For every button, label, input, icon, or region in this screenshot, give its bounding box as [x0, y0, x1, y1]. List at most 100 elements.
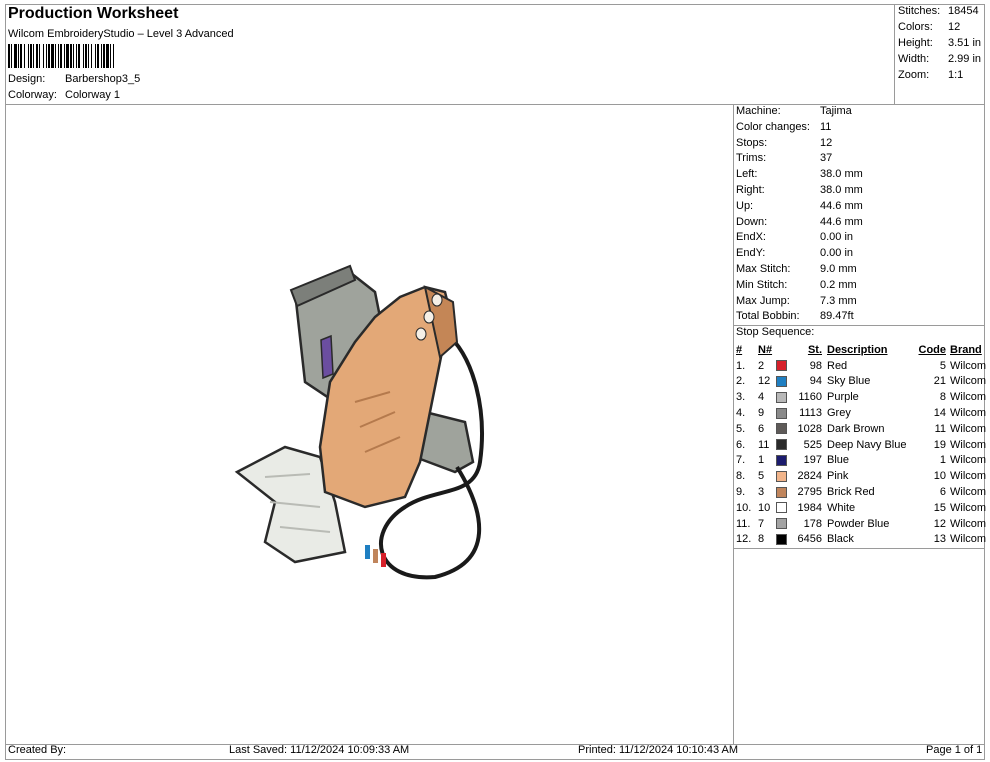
machine-info: Machine: Tajima Color changes: 11 Stops: 12 Tr…: [736, 105, 863, 326]
machine-info-label: Up:: [736, 199, 754, 212]
color-swatch-cell: [776, 453, 790, 469]
stitch-count: 2795: [797, 486, 822, 499]
col-brand-header: Brand: [950, 343, 982, 356]
color-description: Purple: [827, 391, 859, 404]
row-number: 3.: [736, 391, 746, 404]
design-label: Design:: [8, 73, 46, 85]
stat-width: Width: 2.99 in: [898, 53, 982, 65]
table-row: 9. 3 2795 Brick Red 6 Wilcom: [734, 484, 990, 500]
row-number: 4.: [736, 407, 746, 420]
machine-info-row: EndX: 0.00 in: [736, 231, 863, 247]
stitch-count: 6456: [797, 533, 822, 546]
color-code: 21: [933, 375, 946, 388]
col-stitches-header: St.: [807, 343, 822, 356]
row-number: 7.: [736, 454, 746, 467]
thread-brand: Wilcom: [950, 517, 987, 530]
footer-last-saved: Last Saved: 11/12/2024 10:09:33 AM: [229, 744, 410, 756]
table-row: 12. 8 6456 Black 13 Wilcom: [734, 532, 990, 548]
needle-number: 1: [758, 454, 765, 467]
color-swatch-cell: [776, 532, 790, 548]
row-number: 6.: [736, 438, 746, 451]
machine-info-value: 12: [820, 136, 833, 149]
machine-info-value: Tajima: [820, 105, 852, 117]
machine-info-label: Machine:: [736, 105, 781, 117]
machine-info-value: 37: [820, 152, 833, 165]
col-description-header: Description: [827, 343, 888, 356]
row-number: 9.: [736, 486, 746, 499]
color-code: 11: [934, 422, 946, 435]
color-swatch: [776, 470, 787, 482]
color-description: Dark Brown: [827, 422, 885, 435]
color-description: White: [827, 501, 856, 514]
machine-info-row: EndY: 0.00 in: [736, 247, 863, 263]
machine-info-value: 0.2 mm: [820, 278, 857, 291]
table-row: 7. 1 197 Blue 1 Wilcom: [734, 453, 990, 469]
machine-info-label: Stops:: [736, 136, 768, 149]
needle-number: 4: [758, 391, 765, 404]
table-row: 10. 10 1984 White 15 Wilcom: [734, 500, 990, 516]
thread-brand: Wilcom: [950, 470, 987, 483]
colorway-value: Colorway 1: [65, 89, 121, 101]
color-code: 12: [933, 517, 946, 530]
barcode: [8, 44, 200, 68]
stitch-count: 525: [803, 438, 822, 451]
colorway-label: Colorway:: [8, 89, 57, 101]
row-number: 8.: [736, 470, 746, 483]
color-swatch: [776, 407, 787, 419]
table-row: 4. 9 1113 Grey 14 Wilcom: [734, 405, 990, 421]
machine-info-label: Color changes:: [736, 120, 810, 133]
design-stats: Stitches: 18454 Colors: 12 Height: 3.51 in …: [898, 5, 981, 85]
color-swatch-cell: [776, 421, 790, 437]
col-code-header: Code: [918, 343, 947, 356]
thread-brand: Wilcom: [950, 407, 987, 420]
color-description: Brick Red: [827, 486, 875, 499]
color-swatch: [776, 502, 787, 514]
color-swatch-cell: [776, 374, 790, 390]
page-title: Production Worksheet: [8, 5, 179, 22]
color-swatch: [776, 455, 787, 467]
machine-info-label: Down:: [736, 215, 768, 228]
color-swatch-cell: [776, 468, 790, 484]
stop-sequence-title: Stop Sequence:: [736, 326, 815, 338]
needle-number: 10: [758, 501, 771, 514]
machine-info-label: Max Jump:: [736, 294, 790, 307]
machine-info-row: Max Stitch: 9.0 mm: [736, 263, 863, 279]
row-number: 2.: [736, 375, 746, 388]
needle-number: 6: [758, 422, 765, 435]
machine-info-value: 44.6 mm: [820, 199, 863, 212]
color-swatch: [776, 360, 787, 372]
stitch-count: 1113: [799, 407, 822, 420]
machine-info-value: 7.3 mm: [820, 294, 857, 307]
embroidery-design-preview: [234, 264, 484, 580]
machine-info-row: Right: 38.0 mm: [736, 184, 863, 200]
machine-info-label: Left:: [736, 168, 758, 181]
footer-frame: [5, 744, 985, 760]
color-description: Black: [827, 533, 854, 546]
machine-info-value: 11: [820, 120, 832, 133]
machine-info-row: Trims: 37: [736, 152, 863, 168]
table-row: 6. 11 525 Deep Navy Blue 19 Wilcom: [734, 437, 990, 453]
color-swatch-cell: [776, 405, 790, 421]
software-name: Wilcom EmbroideryStudio – Level 3 Advanc…: [8, 28, 234, 40]
color-swatch-cell: [776, 389, 790, 405]
color-swatch-cell: [776, 500, 790, 516]
color-swatch: [776, 534, 787, 546]
footer-page-number: Page 1 of 1: [926, 744, 983, 756]
color-swatch-cell: [776, 437, 790, 453]
stitch-count: 178: [803, 517, 822, 530]
color-swatch: [776, 486, 787, 498]
table-row: 3. 4 1160 Purple 8 Wilcom: [734, 389, 990, 405]
stat-height: Height: 3.51 in: [898, 37, 982, 49]
machine-info-value: 0.00 in: [820, 231, 854, 244]
machine-info-value: 0.00 in: [820, 247, 854, 260]
color-swatch: [776, 423, 787, 435]
thread-brand: Wilcom: [950, 422, 987, 435]
color-swatch-cell: [776, 358, 790, 374]
table-row: 8. 5 2824 Pink 10 Wilcom: [734, 468, 990, 484]
stitch-count: 1160: [798, 391, 822, 404]
color-code: 1: [939, 454, 946, 467]
machine-info-value: 89.47ft: [820, 310, 854, 323]
color-description: Deep Navy Blue: [827, 438, 907, 451]
color-description: Pink: [827, 470, 849, 483]
row-number: 5.: [736, 422, 746, 435]
